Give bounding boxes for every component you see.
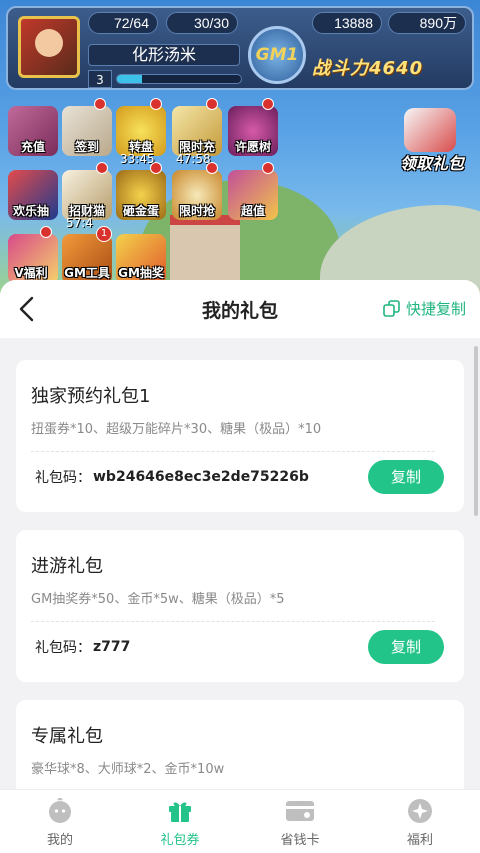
gift-card: 进游礼包 GM抽奖券*50、金币*5w、糖果（极品）*5 礼包码： z777 复… (16, 530, 464, 682)
tab-bar: 我的 礼包券 省钱卡 福利 (0, 789, 480, 853)
game-hud: 72/64 30/30 13888 890万 化形汤米 3 GM1 战斗力464… (6, 6, 474, 90)
gift-sheet: 我的礼包 快捷复制 独家预约礼包1 扭蛋券*10、超级万能碎片*30、糖果（极品… (0, 280, 480, 853)
gift-items: GM抽奖券*50、金币*5w、糖果（极品）*5 (31, 592, 285, 607)
tab-label: 省钱卡 (280, 833, 320, 848)
gift-card: 独家预约礼包1 扭蛋券*10、超级万能碎片*30、糖果（极品）*10 礼包码： … (16, 360, 464, 512)
exp-bar (116, 74, 242, 84)
game-icon-label: 许愿树 (234, 140, 271, 154)
game-icon-label: 签到 (74, 140, 99, 154)
diamond-value: 13888 (334, 15, 373, 31)
notification-dot (150, 98, 162, 110)
back-button[interactable] (14, 294, 44, 324)
gold-counter: 890万 (388, 12, 466, 34)
exp-fill (117, 75, 142, 83)
gift-code-label: 礼包码： (35, 640, 91, 656)
tab-mine[interactable]: 我的 (0, 790, 120, 853)
card-icon (286, 801, 314, 821)
gift-code-row: 礼包码： wb24646e8ec3e2de75226b 复制 (35, 460, 444, 494)
quick-copy-label: 快捷复制 (405, 300, 466, 318)
gift-icon (169, 802, 191, 822)
gift-pack-icon[interactable] (404, 108, 456, 152)
notification-dot (262, 98, 274, 110)
quick-copy-button[interactable]: 快捷复制 (383, 298, 466, 319)
stamina-value: 72/64 (113, 15, 149, 31)
gm-badge[interactable]: GM1 (248, 26, 306, 84)
gift-code[interactable]: wb24646e8ec3e2de75226b (93, 469, 309, 485)
scrollbar[interactable] (474, 346, 478, 516)
mine-icon (49, 798, 71, 823)
player-level: 3 (88, 70, 112, 88)
tab-label: 我的 (46, 833, 73, 848)
energy-counter: 30/30 (166, 12, 238, 34)
chevron-left-icon (19, 296, 34, 322)
notification-badge: 1 (96, 226, 112, 242)
gift-list[interactable]: 独家预约礼包1 扭蛋券*10、超级万能碎片*30、糖果（极品）*10 礼包码： … (0, 338, 480, 789)
gift-title: 独家预约礼包1 (31, 386, 151, 407)
player-name: 化形汤米 (88, 44, 240, 66)
gift-items: 豪华球*8、大师球*2、金币*10w (31, 762, 225, 777)
game-icon-label: 充值 (20, 140, 45, 154)
gift-title: 专属礼包 (31, 726, 103, 747)
game-icon-timer: 33:45 (120, 152, 155, 166)
game-icon-label: 超值 (240, 204, 265, 218)
game-icon-label: GM抽奖 (118, 266, 164, 280)
notification-dot (94, 98, 106, 110)
notification-dot (96, 162, 108, 174)
notification-dot (262, 162, 274, 174)
sheet-header: 我的礼包 快捷复制 (0, 280, 480, 338)
divider (31, 451, 435, 452)
notification-dot (206, 162, 218, 174)
combat-power: 战斗力4640 (312, 58, 424, 79)
gift-card: 专属礼包 豪华球*8、大师球*2、金币*10w (16, 700, 464, 789)
game-icon-label: V福利 (14, 266, 48, 280)
tab-welfare[interactable]: 福利 (360, 790, 480, 853)
stamina-counter: 72/64 (88, 12, 158, 34)
gift-code[interactable]: z777 (93, 639, 130, 655)
copy-button[interactable]: 复制 (368, 460, 444, 494)
notification-dot (40, 226, 52, 238)
diamond-counter: 13888 (312, 12, 382, 34)
tab-label: 福利 (406, 833, 433, 848)
game-icon-timer: 47:58 (176, 152, 211, 166)
game-icon-label: 限时抢 (178, 204, 215, 218)
game-icon-timer: 57:4 (66, 216, 93, 230)
gift-code-row: 礼包码： z777 复制 (35, 630, 444, 664)
gift-items: 扭蛋券*10、超级万能碎片*30、糖果（极品）*10 (31, 422, 322, 437)
game-icon-label: 砸金蛋 (122, 204, 159, 218)
player-avatar[interactable] (18, 16, 80, 78)
tab-savings-card[interactable]: 省钱卡 (240, 790, 360, 853)
copy-button[interactable]: 复制 (368, 630, 444, 664)
notification-dot (150, 162, 162, 174)
tab-gift-coupons[interactable]: 礼包券 (120, 790, 240, 853)
game-castle (170, 215, 240, 285)
game-icon-label: 欢乐抽 (12, 204, 49, 218)
divider (31, 621, 435, 622)
energy-value: 30/30 (193, 15, 229, 31)
gift-title: 进游礼包 (31, 556, 103, 577)
game-background: 72/64 30/30 13888 890万 化形汤米 3 GM1 战斗力464… (0, 0, 480, 300)
notification-dot (206, 98, 218, 110)
game-icon-label: GM工具 (64, 266, 110, 280)
welfare-icon (408, 799, 432, 823)
gift-code-label: 礼包码： (35, 470, 91, 486)
gift-pack-label[interactable]: 领取礼包 (400, 150, 464, 174)
tab-label: 礼包券 (160, 833, 200, 848)
copy-icon (383, 300, 400, 317)
gold-value: 890万 (419, 15, 457, 31)
